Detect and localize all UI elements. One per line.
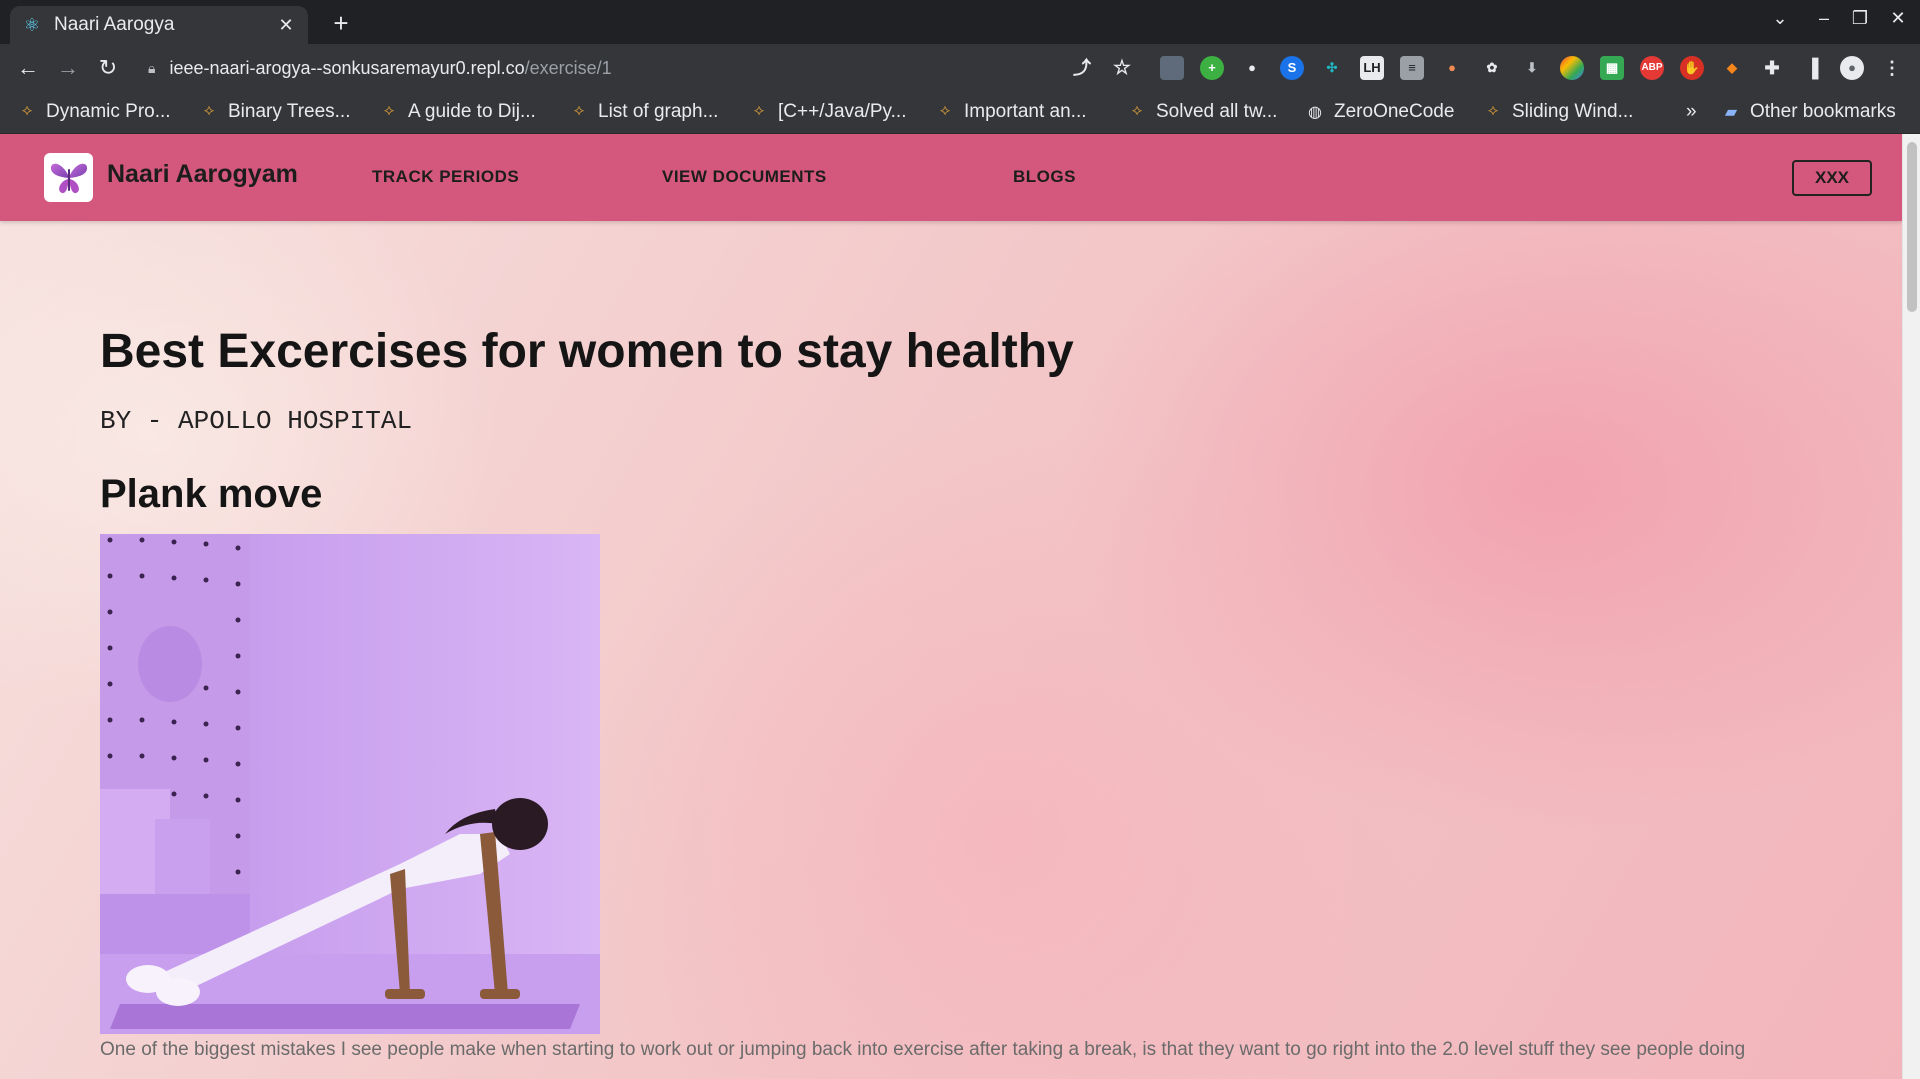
extension-calendar-icon[interactable]: ▦: [1600, 56, 1624, 80]
bookmark-item[interactable]: ⟡ Important an...: [936, 101, 1087, 123]
tab-title: Naari Aarogya: [54, 14, 175, 35]
globe-icon: ◍: [1308, 104, 1322, 121]
extension-doc-icon[interactable]: ≡: [1400, 56, 1424, 80]
browser-toolbar: ← → ↻ 🔒︎ ieee-naari-arogya--sonkusaremay…: [0, 44, 1920, 92]
minimize-icon[interactable]: –: [1812, 8, 1836, 29]
extension-color-icon[interactable]: [1560, 56, 1584, 80]
extension-shazam-icon[interactable]: S: [1280, 56, 1304, 80]
bookmark-label: A guide to Dij...: [408, 101, 536, 122]
user-button[interactable]: XXX: [1792, 160, 1872, 196]
extension-github-icon[interactable]: ●: [1240, 56, 1264, 80]
react-icon: ⚛: [23, 15, 41, 35]
url-path: /exercise/1: [524, 57, 612, 78]
address-bar[interactable]: 🔒︎ ieee-naari-arogya--sonkusaremayur0.re…: [140, 50, 1080, 86]
menu-kebab-icon[interactable]: ⋮: [1880, 56, 1904, 80]
nav-blogs[interactable]: BLOGS: [1013, 167, 1076, 187]
bookmark-item[interactable]: ⟡ Binary Trees...: [200, 101, 351, 123]
plank-illustration: [100, 534, 600, 1034]
page-scrollbar[interactable]: [1902, 134, 1920, 1079]
article-title: Best Excercises for women to stay health…: [100, 325, 1074, 378]
back-icon[interactable]: ←: [14, 54, 42, 82]
leetcode-icon: ⟡: [573, 102, 585, 119]
new-tab-icon[interactable]: +: [326, 8, 356, 39]
browser-tabstrip: ⚛ Naari Aarogya ✕ + ⌄ – ❐ ✕: [0, 0, 1920, 44]
leetcode-icon: ⟡: [383, 102, 395, 119]
bookmark-item[interactable]: ⟡ List of graph...: [570, 101, 719, 123]
nav-track-periods[interactable]: TRACK PERIODS: [372, 167, 519, 187]
app-header: Naari Aarogyam TRACK PERIODS VIEW DOCUME…: [0, 134, 1902, 221]
bookmark-label: Dynamic Pro...: [46, 101, 171, 122]
bookmark-star-icon[interactable]: ☆: [1110, 56, 1134, 80]
extension-ai-icon[interactable]: ✿: [1480, 56, 1504, 80]
reload-icon[interactable]: ↻: [94, 54, 122, 82]
leetcode-icon: ⟡: [1487, 102, 1499, 119]
article-author: BY - APOLLO HOSPITAL: [100, 406, 413, 436]
forward-icon[interactable]: →: [54, 54, 82, 82]
close-tab-icon[interactable]: ✕: [276, 15, 296, 36]
extension-lh-icon[interactable]: LH: [1360, 56, 1384, 80]
leetcode-icon: ⟡: [753, 102, 765, 119]
bookmarks-overflow-button[interactable]: »: [1686, 101, 1697, 123]
butterfly-icon[interactable]: [44, 153, 93, 202]
bookmark-item[interactable]: ⟡ Dynamic Pro...: [18, 101, 171, 123]
extensions-puzzle-icon[interactable]: ✚: [1760, 56, 1784, 80]
side-panel-icon[interactable]: ▐: [1800, 56, 1824, 80]
browser-tab[interactable]: ⚛ Naari Aarogya ✕: [10, 6, 308, 44]
bookmark-item[interactable]: ⟡ A guide to Dij...: [380, 101, 536, 123]
extension-plus-icon[interactable]: +: [1200, 56, 1224, 80]
bookmark-label: Solved all tw...: [1156, 101, 1278, 122]
leetcode-icon: ⟡: [939, 102, 951, 119]
extension-hand-icon[interactable]: ✋: [1680, 56, 1704, 80]
bookmark-label: Sliding Wind...: [1512, 101, 1634, 122]
bookmark-item[interactable]: ⟡ [C++/Java/Py...: [750, 101, 907, 123]
leetcode-icon: ⟡: [21, 102, 33, 119]
share-icon[interactable]: ⤴: [1070, 56, 1094, 80]
extension-screen-icon[interactable]: [1160, 56, 1184, 80]
profile-avatar-icon[interactable]: ●: [1840, 56, 1864, 80]
folder-icon: ▰: [1724, 104, 1738, 121]
page-viewport: Naari Aarogyam TRACK PERIODS VIEW DOCUME…: [0, 134, 1902, 1079]
bookmark-item[interactable]: ◍ ZeroOneCode: [1306, 101, 1454, 123]
leetcode-icon: ⟡: [203, 102, 215, 119]
butterfly-logo-graphic: [50, 163, 87, 193]
bookmark-item[interactable]: ⟡ Solved all tw...: [1128, 101, 1278, 123]
overflow-chevron-icon: »: [1686, 101, 1697, 122]
window-close-icon[interactable]: ✕: [1886, 8, 1910, 29]
adblock-icon[interactable]: ABP: [1640, 56, 1664, 80]
bookmark-label: ZeroOneCode: [1334, 101, 1455, 122]
bookmark-label: List of graph...: [598, 101, 719, 122]
other-bookmarks[interactable]: ▰ Other bookmarks: [1722, 101, 1896, 123]
other-bookmarks-label: Other bookmarks: [1750, 101, 1896, 122]
bookmark-item[interactable]: ⟡ Sliding Wind...: [1484, 101, 1634, 123]
nav-view-documents[interactable]: VIEW DOCUMENTS: [662, 167, 827, 187]
section-title: Plank move: [100, 472, 323, 516]
extension-dna-icon[interactable]: ✣: [1320, 56, 1344, 80]
leetcode-icon: ⟡: [1131, 102, 1143, 119]
scrollbar-thumb[interactable]: [1907, 142, 1917, 312]
extension-drop-icon[interactable]: ●: [1440, 56, 1464, 80]
url-host: ieee-naari-arogya--sonkusaremayur0.repl.…: [169, 57, 525, 78]
bookmarks-bar: ⟡ Dynamic Pro... ⟡ Binary Trees... ⟡ A guid…: [0, 92, 1920, 134]
bookmark-label: [C++/Java/Py...: [778, 101, 907, 122]
lock-icon[interactable]: 🔒︎: [148, 60, 155, 77]
tab-search-icon[interactable]: ⌄: [1768, 8, 1792, 29]
brand-name[interactable]: Naari Aarogyam: [107, 160, 298, 189]
extension-download-icon[interactable]: ⬇: [1520, 56, 1544, 80]
bookmark-label: Important an...: [964, 101, 1087, 122]
restore-icon[interactable]: ❐: [1848, 8, 1872, 29]
article-paragraph: One of the biggest mistakes I see people…: [100, 1039, 1746, 1060]
bookmark-label: Binary Trees...: [228, 101, 351, 122]
metamask-icon[interactable]: ◆: [1720, 56, 1744, 80]
plank-exercise-photo: [100, 534, 600, 1034]
